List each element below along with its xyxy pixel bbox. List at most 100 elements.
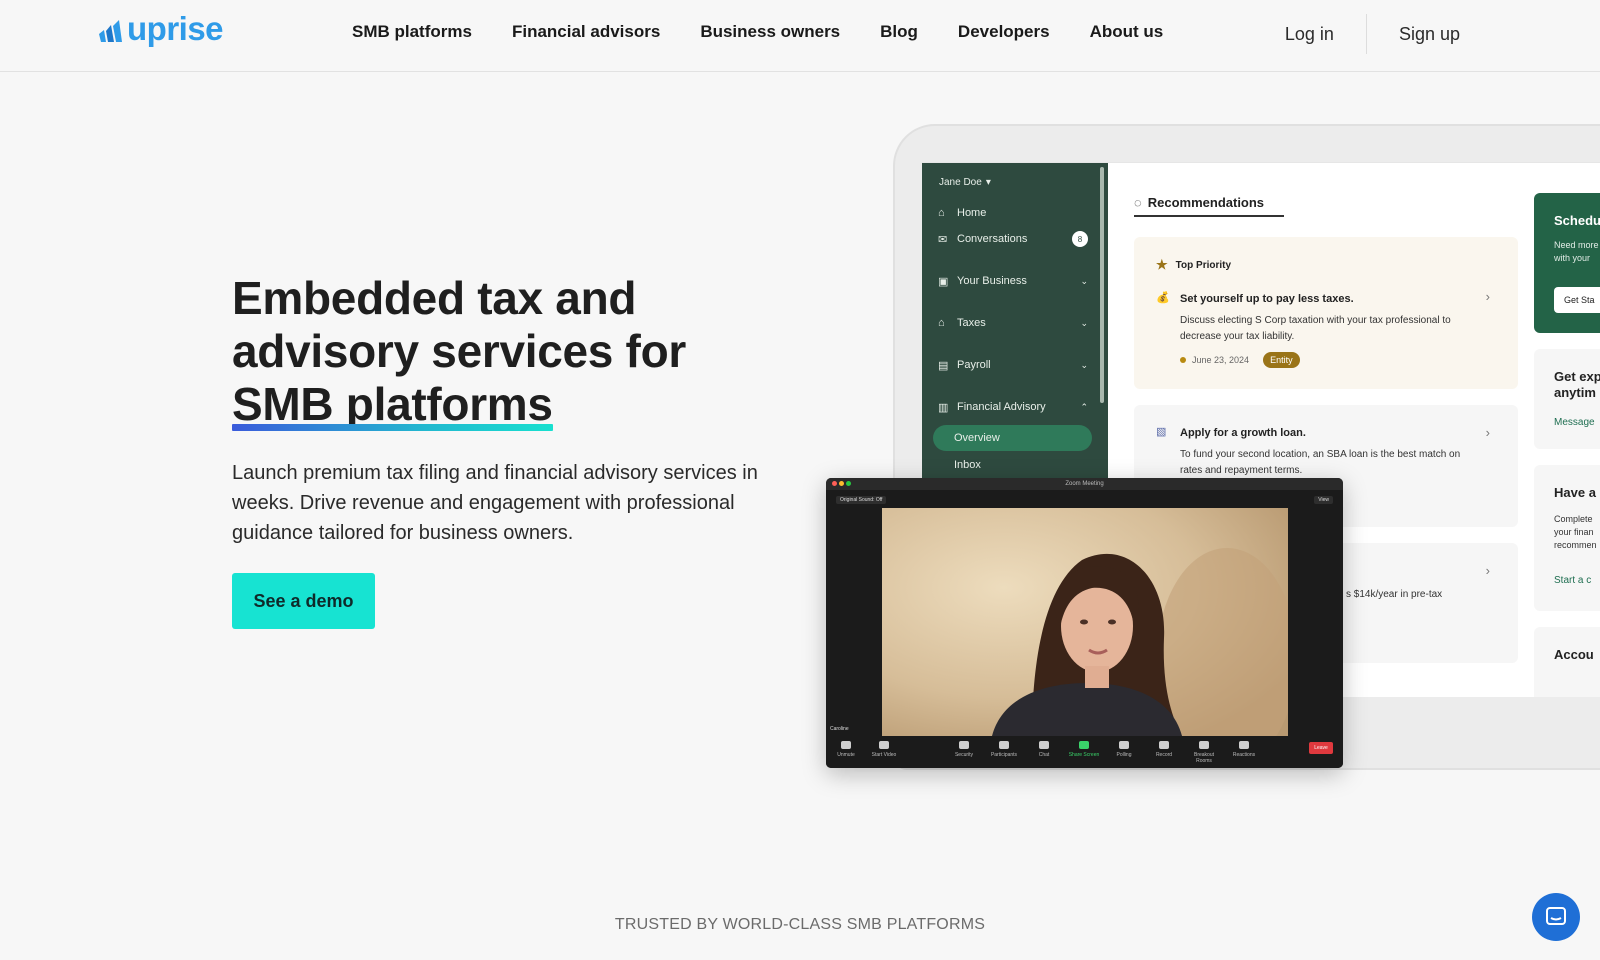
have-a-card: Have a Complete your finan recommen Star…	[1534, 465, 1600, 611]
have-text-line-2: your finan	[1554, 527, 1594, 537]
sidebar-item-label: Conversations	[957, 233, 1028, 245]
nav-links: SMB platforms Financial advisors Busines…	[352, 22, 1163, 42]
shield-icon	[959, 741, 969, 749]
schedule-card: Schedu Need more with your Get Sta	[1534, 193, 1600, 333]
control-label: Unmute	[837, 752, 855, 758]
card-description: Discuss electing S Corp taxation with yo…	[1180, 315, 1451, 342]
star-icon: ★	[1156, 257, 1168, 272]
control-label: Breakout Rooms	[1193, 752, 1214, 764]
nav-divider	[1365, 14, 1367, 54]
card-date: June 23, 2024	[1192, 355, 1250, 365]
control-label: Participants	[990, 752, 1018, 758]
nav-link-blog[interactable]: Blog	[880, 22, 918, 42]
signup-link[interactable]: Sign up	[1399, 24, 1460, 45]
close-dot-icon	[832, 481, 837, 486]
control-label: Share Screen	[1068, 752, 1100, 758]
sidebar-item-label: Financial Advisory	[957, 401, 1046, 413]
people-icon	[999, 741, 1009, 749]
payroll-icon: ▤	[938, 360, 949, 372]
card-description: s $14k/year in pre-tax	[1346, 589, 1443, 600]
nav-link-business-owners[interactable]: Business owners	[700, 22, 840, 42]
unmute-button: Unmute	[828, 741, 864, 758]
see-demo-button[interactable]: See a demo	[232, 573, 375, 629]
recommendations-tab: ◌ Recommendations	[1134, 195, 1284, 217]
piggy-bank-icon: ◌	[1134, 195, 1142, 210]
trusted-by-heading: TRUSTED BY WORLD-CLASS SMB PLATFORMS	[614, 916, 986, 933]
card-title: Apply for a growth loan.	[1180, 427, 1306, 439]
nav-link-about-us[interactable]: About us	[1090, 22, 1164, 42]
sidebar-item-label: Your Business	[957, 275, 1027, 287]
chevron-down-icon: ⌄	[1080, 317, 1088, 328]
nav-link-developers[interactable]: Developers	[958, 22, 1050, 42]
logo-text: uprise	[127, 10, 224, 47]
camera-icon	[879, 741, 889, 749]
record-button: Record	[1146, 741, 1182, 758]
control-label: Reactions	[1232, 752, 1256, 758]
briefcase-icon: ▣	[938, 276, 949, 288]
original-sound-toggle: Original Sound: Off	[836, 496, 887, 504]
inbox-icon: ✉	[938, 234, 948, 246]
zoom-window-title: Zoom Meeting	[1065, 481, 1104, 487]
account-title: Accou	[1554, 647, 1594, 662]
control-label: Security	[954, 752, 974, 758]
record-icon	[1159, 741, 1169, 749]
schedule-title: Schedu	[1554, 213, 1600, 228]
nav-link-financial-advisors[interactable]: Financial advisors	[512, 22, 660, 42]
chart-icon: ▥	[938, 402, 949, 414]
control-label: Record	[1155, 752, 1173, 758]
polling-button: Polling	[1106, 741, 1142, 758]
leave-button: Leave	[1309, 742, 1333, 754]
subitem-label: Overview	[954, 432, 1000, 444]
conversations-badge: 8	[1072, 231, 1088, 247]
recommendation-card-1: ★ Top Priority 💰 Set yourself up to pay …	[1134, 237, 1518, 389]
control-label: Start Video	[871, 752, 897, 758]
sidebar-item-your-business: ▣ Your Business ⌄	[938, 275, 1088, 288]
schedule-text-line-1: Need more	[1554, 240, 1599, 250]
maximize-dot-icon	[846, 481, 851, 486]
share-icon	[1079, 741, 1089, 749]
chat-widget-button[interactable]	[1532, 893, 1580, 941]
entity-badge: Entity	[1263, 352, 1300, 368]
grid-icon	[1199, 741, 1209, 749]
expert-card: Get exp anytim Message	[1534, 349, 1600, 449]
account-card: Accou	[1534, 627, 1600, 697]
get-started-button: Get Sta	[1554, 287, 1600, 313]
status-dot	[1180, 357, 1186, 363]
card-meta: June 23, 2024 Entity	[1180, 352, 1300, 368]
start-video-button: Start Video	[866, 741, 902, 758]
expert-title: Get exp anytim	[1554, 369, 1600, 401]
schedule-text-line-2: with your	[1554, 253, 1591, 263]
document-icon: ▧	[1156, 426, 1167, 438]
participants-button: Participants	[986, 741, 1022, 758]
expert-title-line-2: anytim	[1554, 385, 1596, 400]
card-title: Set yourself up to pay less taxes.	[1180, 293, 1354, 305]
uprise-logo[interactable]: uprise	[98, 12, 224, 45]
user-menu: Jane Doe ▾	[939, 177, 991, 188]
sidebar-item-conversations: ✉ Conversations 8	[938, 231, 1088, 247]
nav-link-smb-platforms[interactable]: SMB platforms	[352, 22, 472, 42]
minimize-dot-icon	[839, 481, 844, 486]
bank-icon: ⌂	[938, 317, 945, 329]
recommendations-label: Recommendations	[1147, 195, 1265, 210]
priority-text: Top Priority	[1175, 259, 1232, 271]
chevron-right-icon: ›	[1485, 563, 1490, 578]
subitem-label: Inbox	[954, 459, 981, 471]
chevron-right-icon: ›	[1485, 425, 1490, 440]
chevron-up-icon: ⌃	[1080, 401, 1088, 412]
sidebar-subitem-inbox: Inbox	[933, 452, 1092, 478]
participant-name: Caroline	[830, 726, 849, 732]
sidebar-item-home: ⌂ Home	[938, 207, 1088, 219]
zoom-title-bar: Zoom Meeting	[826, 478, 1343, 490]
participant-video	[882, 508, 1288, 736]
sidebar-item-payroll: ▤ Payroll ⌄	[938, 359, 1088, 372]
hero-title-highlight: SMB platforms	[232, 378, 553, 431]
reactions-button: Reactions	[1226, 741, 1262, 758]
zoom-controls: Unmute Start Video Security Participants…	[826, 736, 1343, 768]
login-link[interactable]: Log in	[1285, 24, 1334, 45]
control-label: Polling	[1116, 752, 1132, 758]
chat-bubble-icon	[1546, 907, 1566, 925]
user-name: Jane Doe	[939, 177, 982, 188]
bar-chart-icon	[1119, 741, 1129, 749]
sidebar-subitem-overview: Overview	[933, 425, 1092, 451]
hero-subtitle: Launch premium tax filing and financial …	[232, 462, 758, 544]
